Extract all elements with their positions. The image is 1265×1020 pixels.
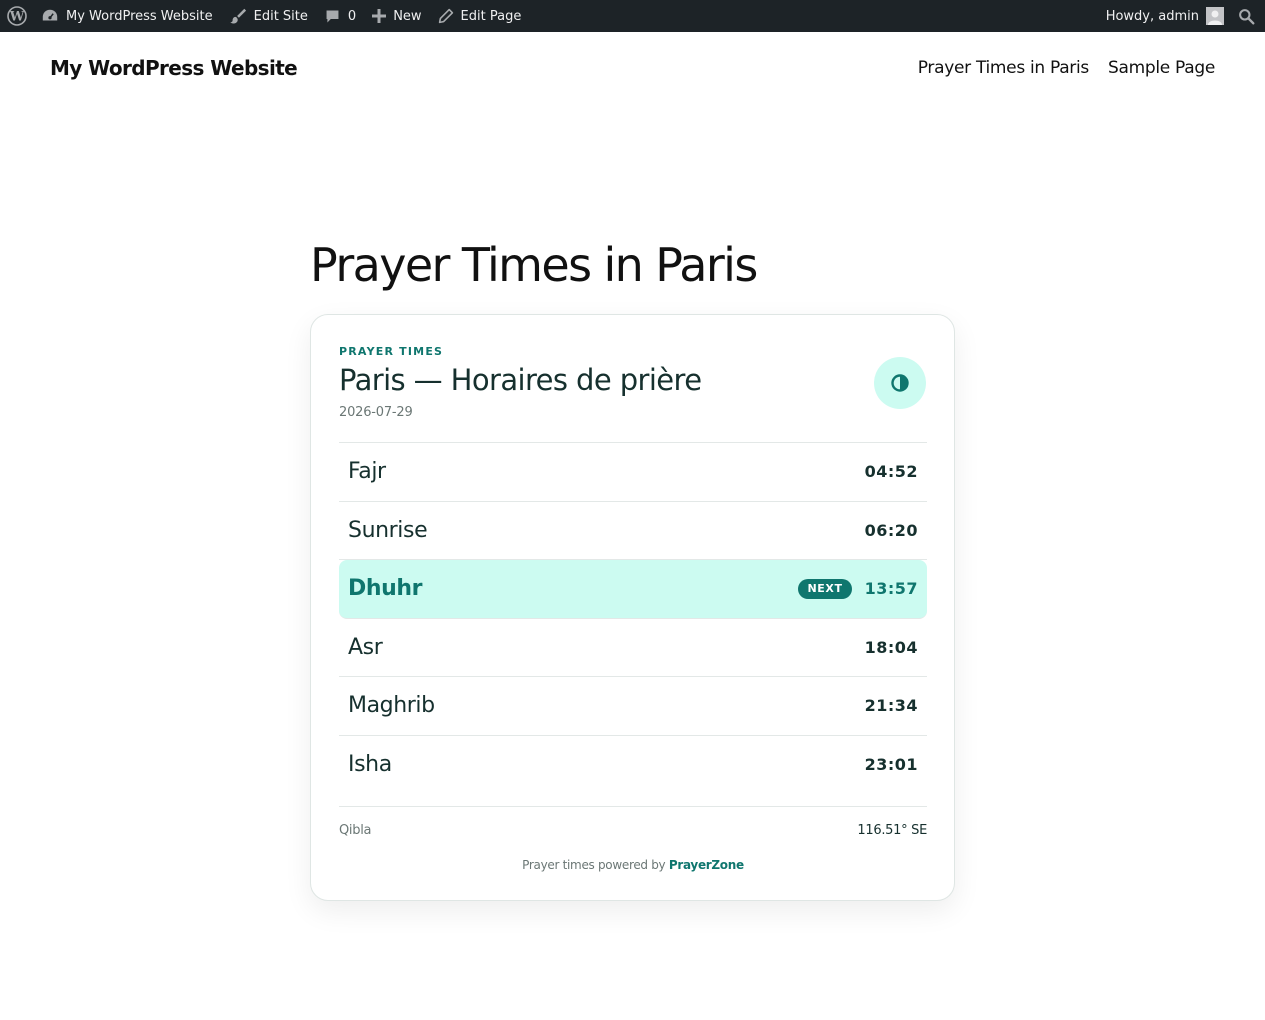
primary-navigation: Prayer Times in Paris Sample Page — [918, 58, 1216, 78]
next-badge: NEXT — [798, 578, 852, 599]
site-name-label: My WordPress Website — [66, 8, 213, 24]
prayer-row-dhuhr: Dhuhr NEXT 13:57 — [339, 560, 927, 619]
site-header: My WordPress Website Prayer Times in Par… — [0, 32, 1265, 104]
prayer-list: Fajr 04:52 Sunrise 06:20 Dhuhr NEXT 13:5… — [339, 442, 927, 794]
admin-bar: W My WordPress Website Edit Site 0 New E… — [0, 0, 1265, 32]
prayer-row-asr: Asr 18:04 — [339, 619, 927, 677]
prayer-time: 13:57 — [864, 579, 918, 599]
new-content-button[interactable]: New — [364, 0, 429, 32]
svg-text:W: W — [9, 10, 25, 25]
wordpress-logo-button[interactable]: W — [0, 0, 33, 32]
powered-by: Prayer times powered by PrayerZone — [339, 858, 927, 872]
edit-site-label: Edit Site — [253, 8, 308, 24]
edit-page-button[interactable]: Edit Page — [430, 0, 530, 32]
nav-item-sample-page[interactable]: Sample Page — [1108, 58, 1215, 78]
new-label: New — [393, 8, 422, 24]
prayer-time: 04:52 — [864, 462, 918, 482]
my-account-menu[interactable]: Howdy, admin — [1098, 0, 1232, 32]
prayer-name: Sunrise — [348, 517, 428, 543]
prayer-name: Dhuhr — [348, 576, 423, 602]
prayer-times-card: PRAYER TIMES Paris — Horaires de prière … — [310, 314, 955, 901]
comments-count: 0 — [347, 8, 357, 24]
prayer-time: 06:20 — [864, 520, 918, 540]
greeting-label: Howdy, admin — [1105, 8, 1199, 24]
user-silhouette-icon — [1208, 10, 1222, 25]
edit-site-button[interactable]: Edit Site — [221, 0, 316, 32]
qibla-row: Qibla 116.51° SE — [339, 823, 927, 838]
widget-date: 2026-07-29 — [339, 405, 413, 420]
prayer-time: 21:34 — [864, 696, 918, 716]
site-name-menu[interactable]: My WordPress Website — [33, 0, 221, 32]
powered-by-text: Prayer times powered by — [522, 858, 666, 872]
avatar — [1206, 7, 1224, 25]
qibla-value: 116.51° SE — [857, 823, 927, 838]
prayer-time: 18:04 — [864, 637, 918, 657]
dashboard-icon — [42, 9, 58, 21]
search-icon — [1239, 8, 1255, 24]
widget-footer: Qibla 116.51° SE Prayer times powered by… — [339, 806, 927, 872]
prayer-name: Isha — [348, 752, 392, 778]
admin-bar-right: Howdy, admin — [1098, 0, 1265, 32]
comments-button[interactable]: 0 — [316, 0, 364, 32]
prayer-name: Fajr — [348, 459, 386, 485]
prayer-row-fajr: Fajr 04:52 — [339, 443, 927, 502]
prayer-row-maghrib: Maghrib 21:34 — [339, 677, 927, 736]
qibla-label: Qibla — [339, 823, 372, 838]
admin-bar-left: W My WordPress Website Edit Site 0 New E… — [0, 0, 529, 32]
nav-item-prayer-times[interactable]: Prayer Times in Paris — [918, 58, 1090, 78]
prayer-time: 23:01 — [864, 755, 918, 775]
next-indicator: NEXT 13:57 — [798, 578, 918, 599]
page-title: Prayer Times in Paris — [310, 238, 758, 292]
prayer-name: Asr — [348, 634, 383, 660]
prayer-row-sunrise: Sunrise 06:20 — [339, 502, 927, 560]
prayer-name: Maghrib — [348, 693, 435, 719]
prayer-row-isha: Isha 23:01 — [339, 736, 927, 795]
wordpress-logo-icon: W — [7, 6, 27, 26]
pencil-icon — [438, 8, 453, 24]
comment-bubble-icon — [326, 10, 339, 22]
admin-search-button[interactable] — [1232, 0, 1265, 32]
edit-page-label: Edit Page — [460, 8, 522, 24]
brush-icon — [229, 8, 246, 24]
contrast-icon — [891, 374, 909, 392]
theme-toggle-button[interactable] — [874, 357, 926, 409]
site-title[interactable]: My WordPress Website — [50, 56, 298, 80]
plus-icon — [372, 9, 387, 23]
prayerzone-link[interactable]: PrayerZone — [669, 858, 744, 872]
widget-eyebrow: PRAYER TIMES — [339, 345, 444, 358]
widget-title: Paris — Horaires de prière — [339, 363, 702, 397]
